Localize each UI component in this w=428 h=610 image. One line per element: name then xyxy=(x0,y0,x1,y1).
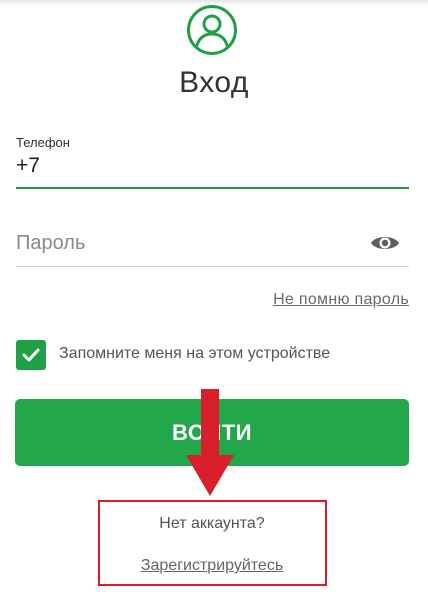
password-field[interactable] xyxy=(16,228,366,258)
remember-me-checkbox[interactable] xyxy=(16,340,46,370)
phone-field-label: Телефон xyxy=(16,135,70,150)
register-link[interactable]: Зарегистрируйтесь xyxy=(0,557,424,575)
remember-me-label: Запомните меня на этом устройстве xyxy=(59,345,331,362)
user-avatar-icon xyxy=(187,5,237,55)
register-link-label[interactable]: Зарегистрируйтесь xyxy=(141,557,283,574)
no-account-text: Нет аккаунта? xyxy=(159,515,265,532)
eye-icon[interactable] xyxy=(370,233,400,253)
forgot-password-link[interactable]: Не помню пароль xyxy=(273,291,409,309)
page-title: Вход xyxy=(179,66,249,99)
login-button[interactable]: ВОЙТИ xyxy=(15,399,409,466)
checkmark-icon xyxy=(22,348,40,362)
phone-field[interactable] xyxy=(16,152,409,180)
password-field-underline xyxy=(16,266,409,267)
phone-field-underline xyxy=(16,187,409,189)
